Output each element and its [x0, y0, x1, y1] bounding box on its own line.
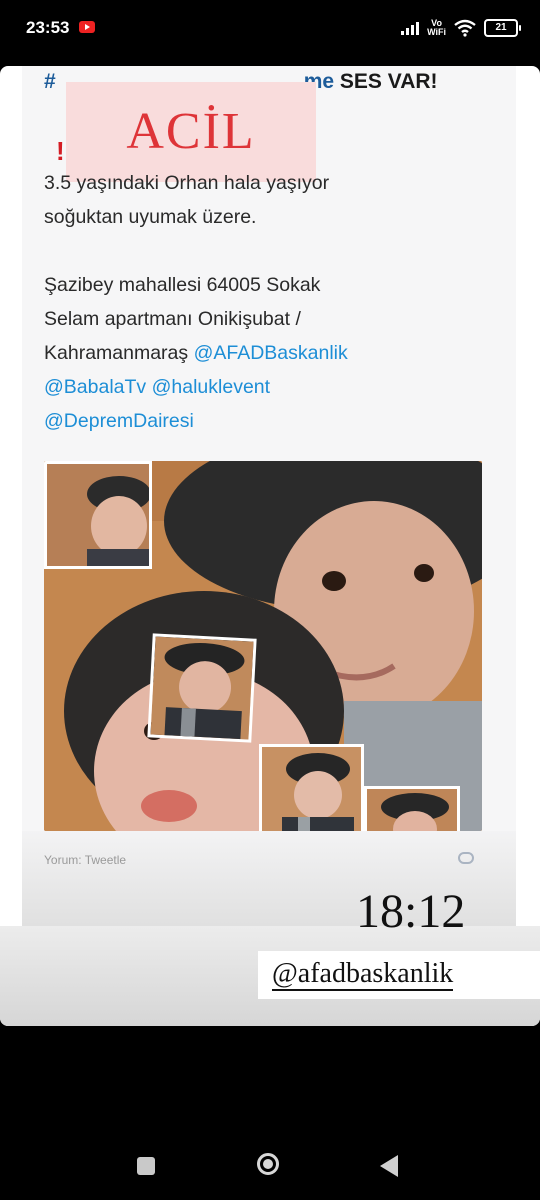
child-photo-thumb-1 — [44, 461, 152, 569]
child-photo-collage — [44, 461, 482, 831]
address-line: Selam apartmanı Onikişubat / — [44, 308, 301, 330]
mention-afad[interactable]: @AFADBaskanlik — [194, 342, 348, 364]
vowifi-icon: Vo WiFi — [427, 19, 446, 37]
tweet-line: 3.5 yaşındaki Orhan hala yaşıyor — [44, 172, 330, 194]
status-icons: Vo WiFi 21 — [401, 16, 521, 40]
mentions-line: @BabalaTv @haluklevent — [44, 370, 484, 404]
story-clock-sticker: 18:12 — [356, 885, 466, 938]
youtube-notification-icon — [79, 21, 95, 33]
status-time: 23:53 — [26, 18, 70, 37]
signal-icon — [401, 21, 420, 35]
battery-icon: 21 — [484, 19, 521, 37]
home-button[interactable] — [257, 1153, 279, 1175]
alert-icon: ! — [56, 136, 65, 166]
back-button[interactable] — [380, 1155, 398, 1177]
mention-babalatv[interactable]: @BabalaTv — [44, 376, 146, 398]
mention-depremdairesi[interactable]: @DepremDairesi — [44, 410, 194, 432]
navigation-bar — [0, 1130, 540, 1200]
recent-apps-button[interactable] — [137, 1157, 155, 1175]
hashtag-tail: SES VAR! — [339, 70, 438, 93]
address-line: Şazibey mahallesi 64005 Sokak — [44, 274, 321, 296]
status-bar: 23:53 Vo WiFi 21 — [0, 0, 540, 60]
tweet-body: 3.5 yaşındaki Orhan hala yaşıyor soğukta… — [44, 166, 484, 438]
hashtag-fragment: # — [44, 70, 56, 93]
camera-icon — [458, 852, 474, 864]
mentions-line: @DepremDairesi — [44, 404, 484, 438]
child-photo-thumb-3 — [259, 744, 364, 831]
address-line-city: Kahramanmaraş @AFADBaskanlik — [44, 336, 484, 370]
handle-text[interactable]: @afadbaskanlik — [272, 959, 454, 991]
tweet-footer-text: Yorum: Tweetle — [44, 853, 127, 867]
tweet-line: soğuktan uyumak üzere. — [44, 206, 257, 228]
vowifi-label-bottom: WiFi — [427, 27, 446, 37]
mention-haluklevent[interactable]: @haluklevent — [152, 376, 270, 398]
child-photo-thumb-2 — [147, 633, 257, 743]
handle-sticker[interactable]: @afadbaskanlik — [258, 951, 540, 999]
story-card[interactable]: # me SES VAR! ACİL ! 3.5 yaşındaki Orhan … — [0, 66, 540, 1026]
address-city: Kahramanmaraş — [44, 342, 189, 364]
child-photo-thumb-4 — [364, 786, 460, 831]
wifi-icon — [454, 19, 476, 37]
